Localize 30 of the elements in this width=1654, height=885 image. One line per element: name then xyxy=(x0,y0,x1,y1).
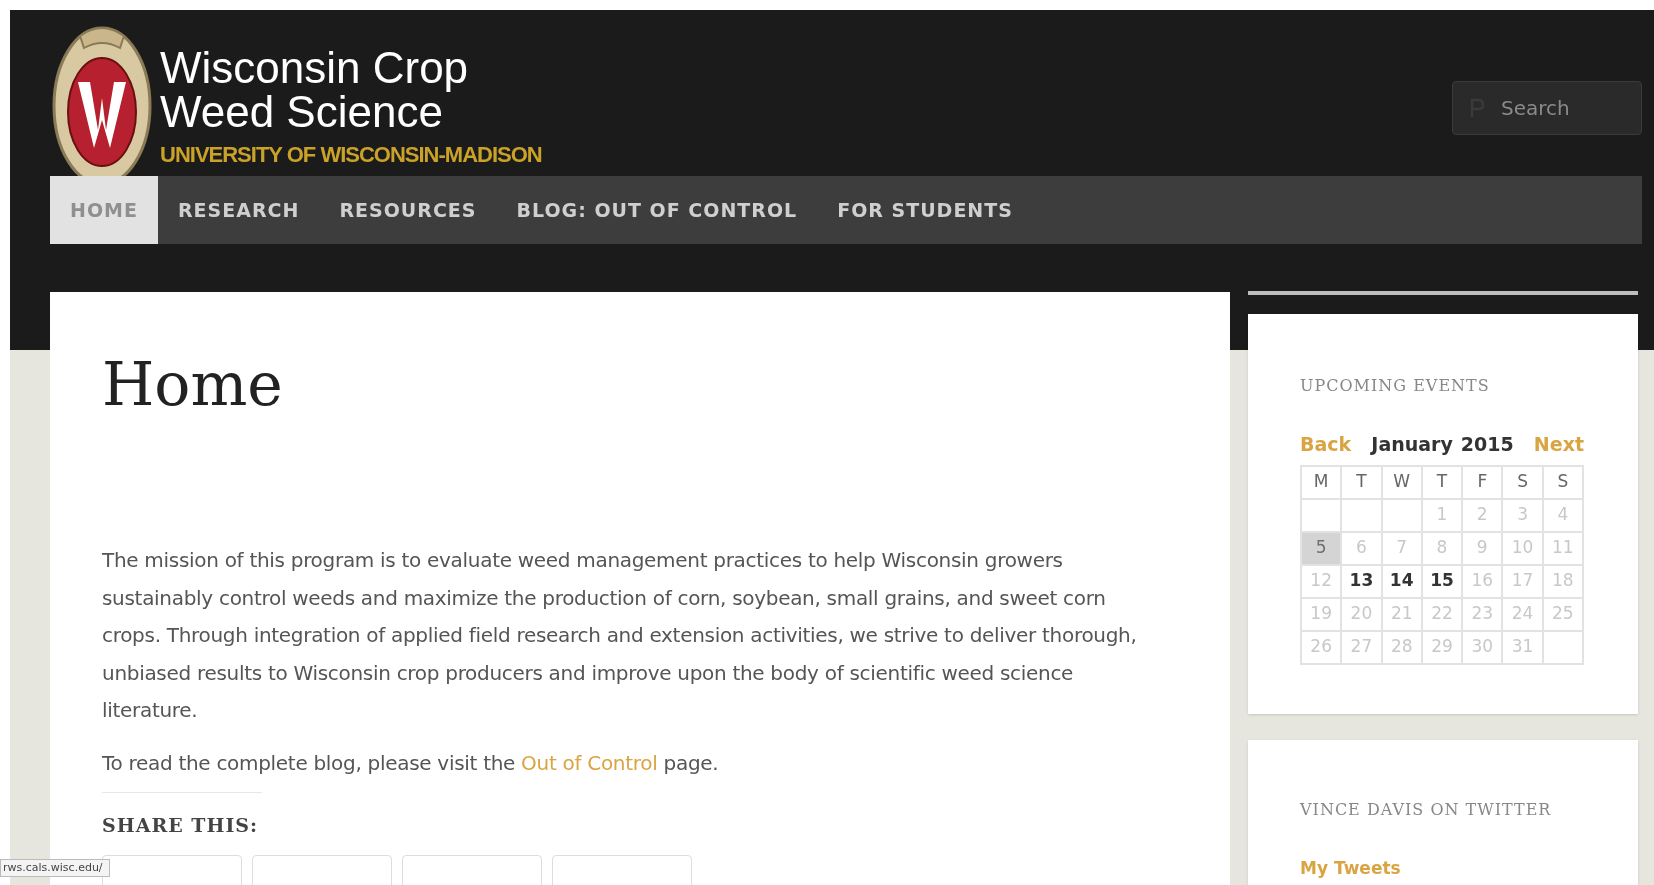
calendar-day: 5 xyxy=(1301,531,1342,565)
share-button[interactable] xyxy=(552,855,692,885)
status-url: rws.cals.wisc.edu/ xyxy=(0,858,110,877)
widget-heading: VINCE DAVIS ON TWITTER xyxy=(1300,799,1552,821)
calendar-month: January xyxy=(1371,432,1453,457)
mission-paragraph: The mission of this program is to evaluate weed management practices to help Wisconsin growers sustainably control weeds and maximize the production of corn, soybean, small grains, and sweet corn crops. Through integration of applied field research and extension activities, we strive to deliver thorough, unbiased results to Wisconsin crop producers and improve upon the body of scientific weed science literature. xyxy=(102,547,1138,724)
calendar-year: 2015 xyxy=(1460,432,1514,457)
weekday-label: T xyxy=(1341,465,1382,499)
nav-link[interactable]: RESEARCH xyxy=(157,176,320,244)
site-title[interactable]: Wisconsin Crop xyxy=(160,46,542,90)
site-subtitle: UNIVERSITY OF WISCONSIN-MADISON xyxy=(160,141,542,169)
weekday-label: S xyxy=(1542,465,1583,499)
calendar-day[interactable]: 15 xyxy=(1421,564,1463,598)
share-button[interactable] xyxy=(252,855,392,885)
weekday-label: F xyxy=(1462,465,1503,499)
widget-heading: UPCOMING EVENTS xyxy=(1300,375,1490,397)
weekday-label: M xyxy=(1301,465,1342,499)
search-field[interactable]: Search xyxy=(1452,81,1642,135)
nav-link[interactable]: FOR STUDENTS xyxy=(817,176,1033,244)
weekday-label: S xyxy=(1502,465,1543,499)
calendar-day[interactable]: 14 xyxy=(1381,564,1422,598)
blog-paragraph: To read the complete blog, please visit the Out of Control page. xyxy=(102,749,720,777)
page-title: Home xyxy=(102,354,284,414)
weekday-label: W xyxy=(1381,465,1422,499)
share-heading: SHARE THIS: xyxy=(102,812,258,838)
nav-link[interactable]: BLOG: OUT OF CONTROL xyxy=(496,176,818,244)
calendar-day[interactable]: 13 xyxy=(1341,564,1382,598)
weekday-label: T xyxy=(1421,465,1463,499)
nav-link[interactable]: RESOURCES xyxy=(319,176,497,244)
share-button[interactable] xyxy=(402,855,542,885)
